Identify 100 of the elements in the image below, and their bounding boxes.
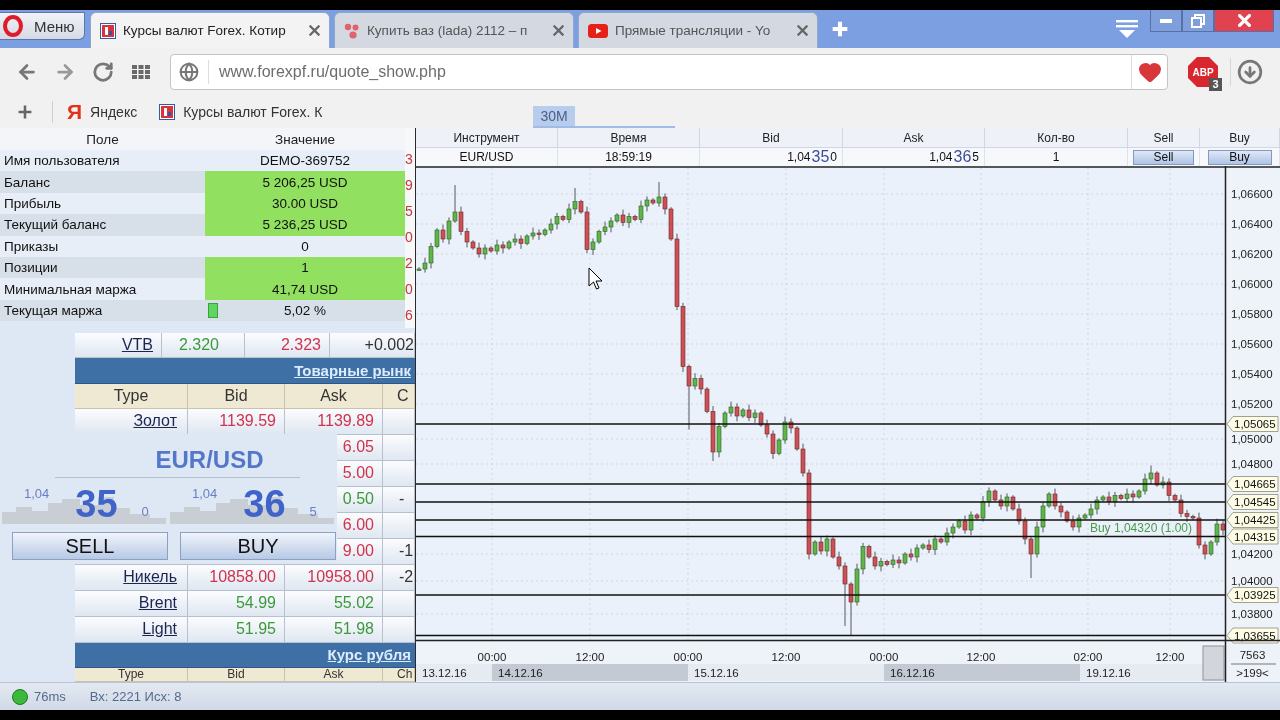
- value-cell: DEMO-369752: [205, 150, 405, 172]
- url-text: www.forexpf.ru/quote_show.php: [219, 63, 446, 81]
- cut-off-digit: 9: [405, 176, 414, 195]
- axis-label: 1,06200: [1231, 248, 1273, 260]
- axis-label: 1,06600: [1231, 188, 1273, 200]
- browser-tab[interactable]: Купить ваз (lada) 2112 – п: [334, 12, 574, 48]
- close-icon[interactable]: [309, 25, 320, 36]
- address-field[interactable]: www.forexpf.ru/quote_show.php: [170, 54, 1168, 90]
- globe-icon: [179, 62, 199, 82]
- site-icon: [100, 22, 116, 39]
- table-cell: 10858.00: [188, 564, 285, 591]
- value-cell: 5 236,25 USD: [205, 214, 405, 236]
- field-label: Текущий баланс: [0, 214, 205, 236]
- axis-label: 1,05200: [1231, 398, 1273, 410]
- site-icon: [159, 104, 176, 120]
- bookmark-link[interactable]: Курсы валют Forex. К: [159, 104, 323, 120]
- price-prefix: 1,04: [192, 486, 218, 501]
- field-label: Минимальная маржа: [0, 278, 205, 300]
- trade-button[interactable]: SELL: [12, 532, 168, 560]
- close-icon[interactable]: [553, 25, 564, 36]
- axis-label: 1,06000: [1231, 278, 1273, 290]
- instrument-link[interactable]: Никель: [123, 568, 177, 586]
- axis-label: 00:00: [477, 651, 507, 663]
- restore-icon: [1191, 13, 1205, 28]
- axis-label: 12:00: [966, 651, 996, 663]
- browser-tab[interactable]: Прямые трансляции - Yo: [578, 12, 818, 48]
- table-cell: 1139.59: [188, 408, 285, 435]
- field-label: Баланс: [0, 171, 205, 193]
- column-header: Ask: [285, 383, 383, 409]
- buy-button[interactable]: Buy: [1207, 149, 1272, 165]
- value-cell: 5 206,25 USD: [205, 171, 405, 193]
- axis-label: 1,03800: [1231, 608, 1273, 620]
- plus-icon: [18, 105, 32, 119]
- cut-off-digit: 6: [405, 306, 414, 325]
- table-cell: -: [383, 486, 415, 513]
- close-button[interactable]: [1214, 10, 1274, 32]
- column-header: Ch: [383, 668, 415, 682]
- table-cell: EUR/USD: [416, 148, 558, 166]
- table-cell: -1: [383, 538, 415, 565]
- column-header: Поле: [0, 128, 205, 150]
- table-cell: 1: [985, 148, 1128, 166]
- cut-off-digit: 0: [405, 280, 414, 299]
- column-header: Ask: [843, 128, 985, 148]
- table-cell: [383, 408, 415, 435]
- restore-button[interactable]: [1182, 10, 1214, 32]
- axis-label: 1,05000: [1231, 433, 1273, 445]
- table-cell: [383, 512, 415, 539]
- minimize-button[interactable]: [1150, 10, 1182, 32]
- table-cell: 54.99: [188, 590, 285, 617]
- column-header: Type: [75, 383, 188, 409]
- instrument-link[interactable]: VTB: [121, 336, 153, 354]
- section-link[interactable]: Товарные рынк: [294, 361, 411, 379]
- ring-icon: [2, 15, 24, 37]
- bid-price: 1,04350: [700, 148, 843, 166]
- value-cell: 0: [205, 235, 405, 257]
- section-link[interactable]: Курс рубля: [327, 646, 411, 664]
- price-tag: 1,05065: [1226, 416, 1279, 432]
- date-label: 15.12.16: [694, 667, 739, 679]
- table-cell: 2.323: [245, 333, 330, 358]
- sell-button[interactable]: Sell: [1133, 149, 1194, 165]
- field-label: Имя пользователя: [0, 150, 205, 172]
- table-cell: -2: [383, 564, 415, 591]
- visible-range: >199<: [1236, 667, 1269, 679]
- menu-icon: [1116, 20, 1138, 38]
- table-cell: 55.02: [285, 590, 383, 617]
- axis-label: 12:00: [1155, 651, 1185, 663]
- scroll-thumb[interactable]: [1202, 645, 1225, 681]
- play-icon: [588, 23, 608, 38]
- price-prefix: 1,04: [24, 486, 50, 501]
- axis-label: 00:00: [673, 651, 703, 663]
- column-header: Type: [75, 668, 188, 682]
- trade-button[interactable]: BUY: [180, 532, 336, 560]
- axis-label: 00:00: [869, 651, 899, 663]
- close-icon[interactable]: [797, 25, 808, 36]
- price-pips: 35: [75, 482, 118, 526]
- timeframe-tab[interactable]: 30M: [533, 106, 575, 126]
- axis-label: 1,04200: [1231, 548, 1273, 560]
- column-header: Bid: [700, 128, 843, 148]
- value-cell: 5,02 %: [205, 299, 405, 322]
- instrument-link[interactable]: Золот: [133, 412, 177, 430]
- instrument-link[interactable]: Brent: [138, 594, 177, 612]
- close-icon: [1237, 14, 1251, 27]
- table-cell: +0.002: [330, 333, 415, 358]
- instrument-link[interactable]: Light: [142, 620, 177, 638]
- tab-menu-button[interactable]: [1116, 20, 1138, 38]
- menu-button[interactable]: Меню: [0, 12, 85, 40]
- browser-tab[interactable]: Курсы валют Forex. Котир: [90, 12, 330, 48]
- field-label: Приказы: [0, 235, 205, 257]
- axis-label: 1,04000: [1231, 575, 1273, 587]
- column-header: Значение: [205, 128, 405, 150]
- new-tab-button[interactable]: [832, 21, 848, 37]
- heart-icon[interactable]: [1137, 60, 1162, 84]
- bookmark-link[interactable]: Я Яндекс: [67, 101, 138, 123]
- cut-off-digit: 0: [405, 228, 414, 247]
- table-cell: 2.320: [162, 333, 245, 358]
- plus-icon: [832, 21, 848, 37]
- order-label: Buy 1,04320 (1.00): [1089, 521, 1192, 535]
- table-cell: 10958.00: [285, 564, 383, 591]
- minimize-icon: [1160, 18, 1172, 23]
- column-header: Время: [558, 128, 700, 148]
